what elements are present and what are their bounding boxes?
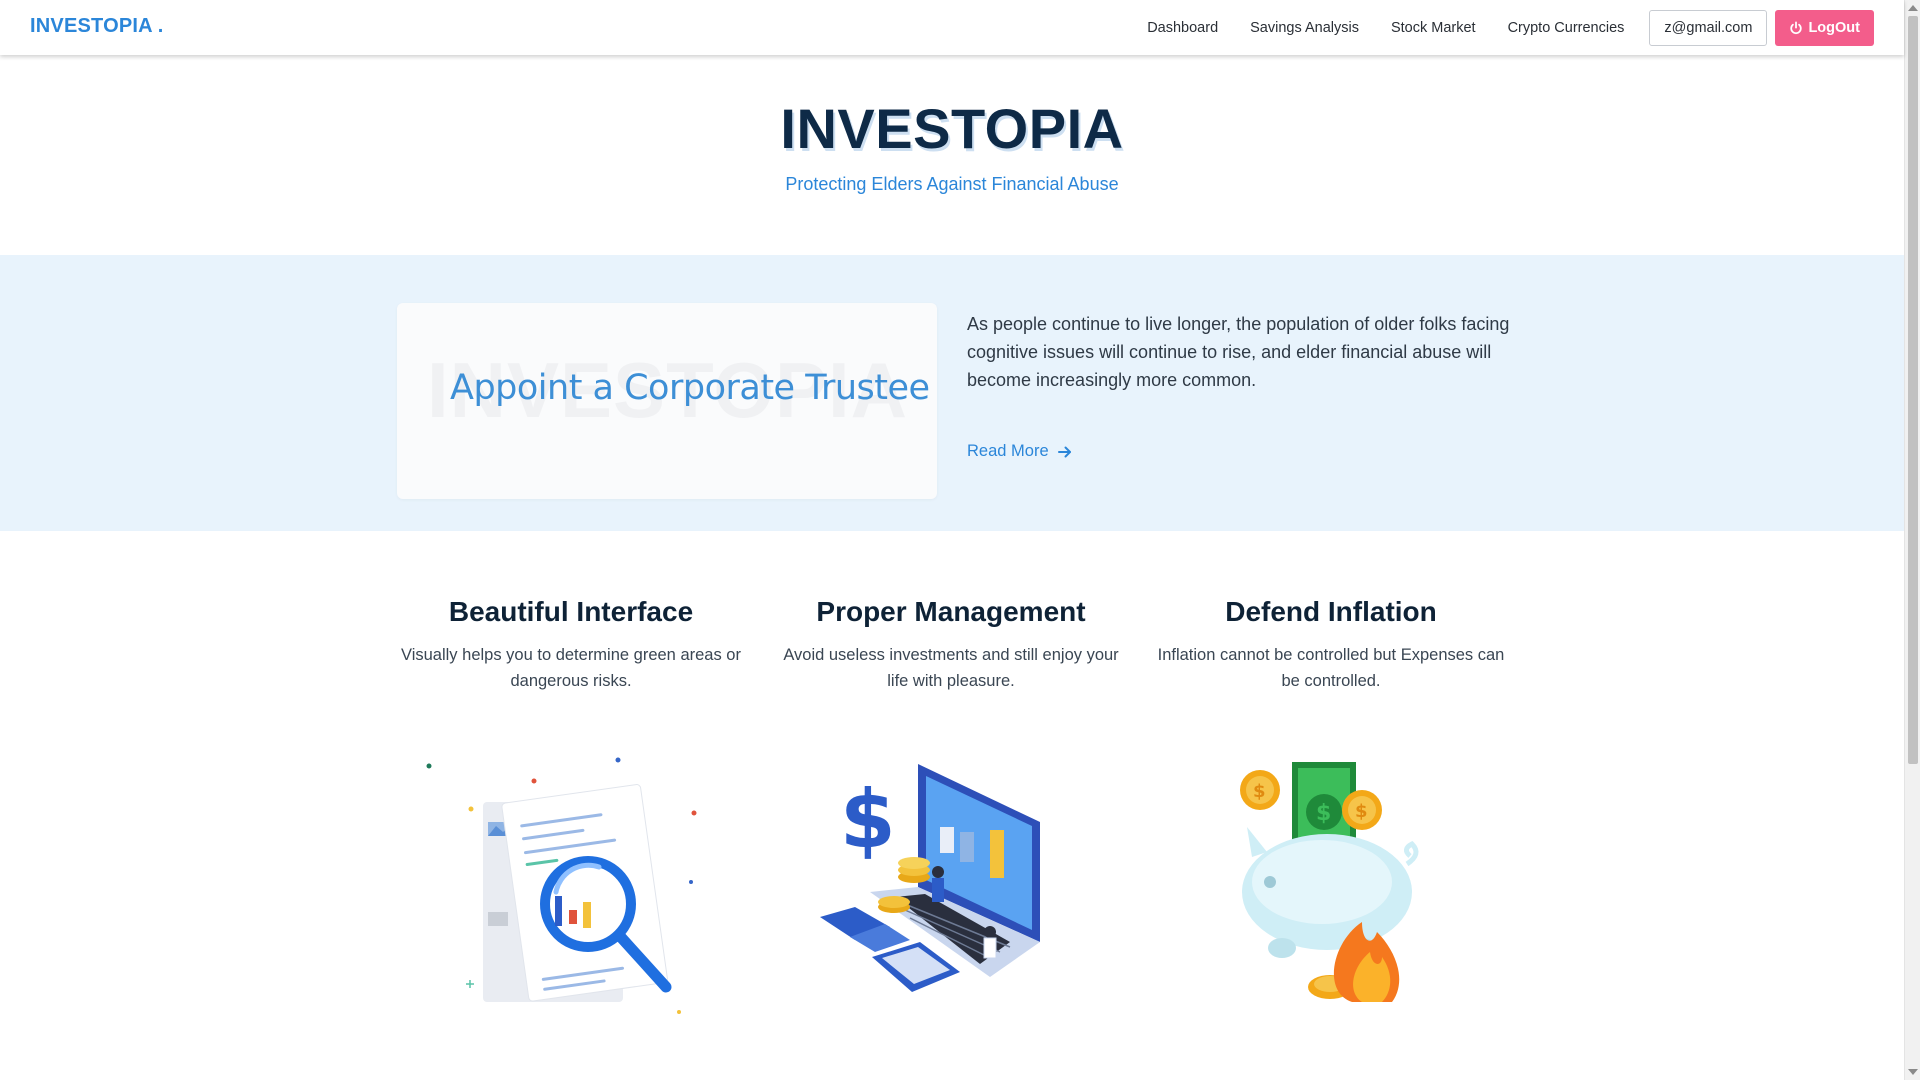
svg-text:$: $ (1316, 801, 1331, 826)
svg-text:$: $ (840, 773, 896, 866)
arrow-right-icon (1057, 446, 1071, 457)
hero-title: INVESTOPIA (780, 97, 1124, 160)
page-scrollbar[interactable] (1904, 0, 1920, 1080)
feature-defend-inflation: Defend Inflation Inflation cannot be con… (1151, 596, 1511, 694)
intro-description: As people continue to live longer, the p… (967, 314, 1510, 390)
user-email-button[interactable]: z@gmail.com (1649, 9, 1768, 46)
logout-label: LogOut (1808, 19, 1860, 36)
hero-subtitle: Protecting Elders Against Financial Abus… (785, 174, 1119, 194)
feature-text: Inflation cannot be controlled but Expen… (1157, 646, 1505, 690)
card-title: Appoint a Corporate Trustee (450, 368, 930, 408)
top-navbar: INVESTOPIA . Dashboard Savings Analysis … (0, 0, 1904, 55)
scroll-down-arrow-icon[interactable] (1908, 1069, 1918, 1075)
feature-title: Beautiful Interface (448, 596, 694, 627)
feature-text: Avoid useless investments and still enjo… (783, 646, 1119, 690)
magnifier-document-illustration (426, 757, 697, 1014)
nav-link-stock-market[interactable]: Stock Market (1391, 20, 1476, 36)
read-more-link[interactable]: Read More (967, 442, 1073, 461)
feature-beautiful-interface: Beautiful Interface Visually helps you t… (391, 596, 751, 694)
scrollbar-thumb[interactable] (1908, 16, 1918, 764)
feature-title: Defend Inflation (1225, 596, 1437, 627)
logout-button[interactable]: LogOut (1775, 9, 1874, 46)
nav-link-savings-analysis[interactable]: Savings Analysis (1250, 20, 1359, 36)
feature-text: Visually helps you to determine green ar… (401, 646, 741, 690)
laptop-finance-illustration: $ (820, 764, 1040, 992)
feature-title: Proper Management (816, 596, 1086, 627)
nav-link-dashboard[interactable]: Dashboard (1147, 20, 1218, 36)
brand-logo[interactable]: INVESTOPIA . (30, 15, 164, 38)
trustee-card: INVESTOPIA Appoint a Corporate Trustee (397, 303, 937, 499)
feature-proper-management: Proper Management Avoid useless investme… (771, 596, 1131, 694)
read-more-label: Read More (967, 442, 1049, 460)
intro-band (0, 255, 1904, 531)
piggy-bank-fire-illustration: $ $ $ (1240, 762, 1419, 1002)
nav-link-crypto-currencies[interactable]: Crypto Currencies (1508, 20, 1625, 36)
nav-links: Dashboard Savings Analysis Stock Market … (1147, 0, 1874, 55)
svg-text:$: $ (1253, 781, 1266, 802)
svg-text:$: $ (1355, 801, 1368, 822)
scroll-up-arrow-icon[interactable] (1908, 5, 1918, 11)
power-icon (1790, 20, 1803, 34)
